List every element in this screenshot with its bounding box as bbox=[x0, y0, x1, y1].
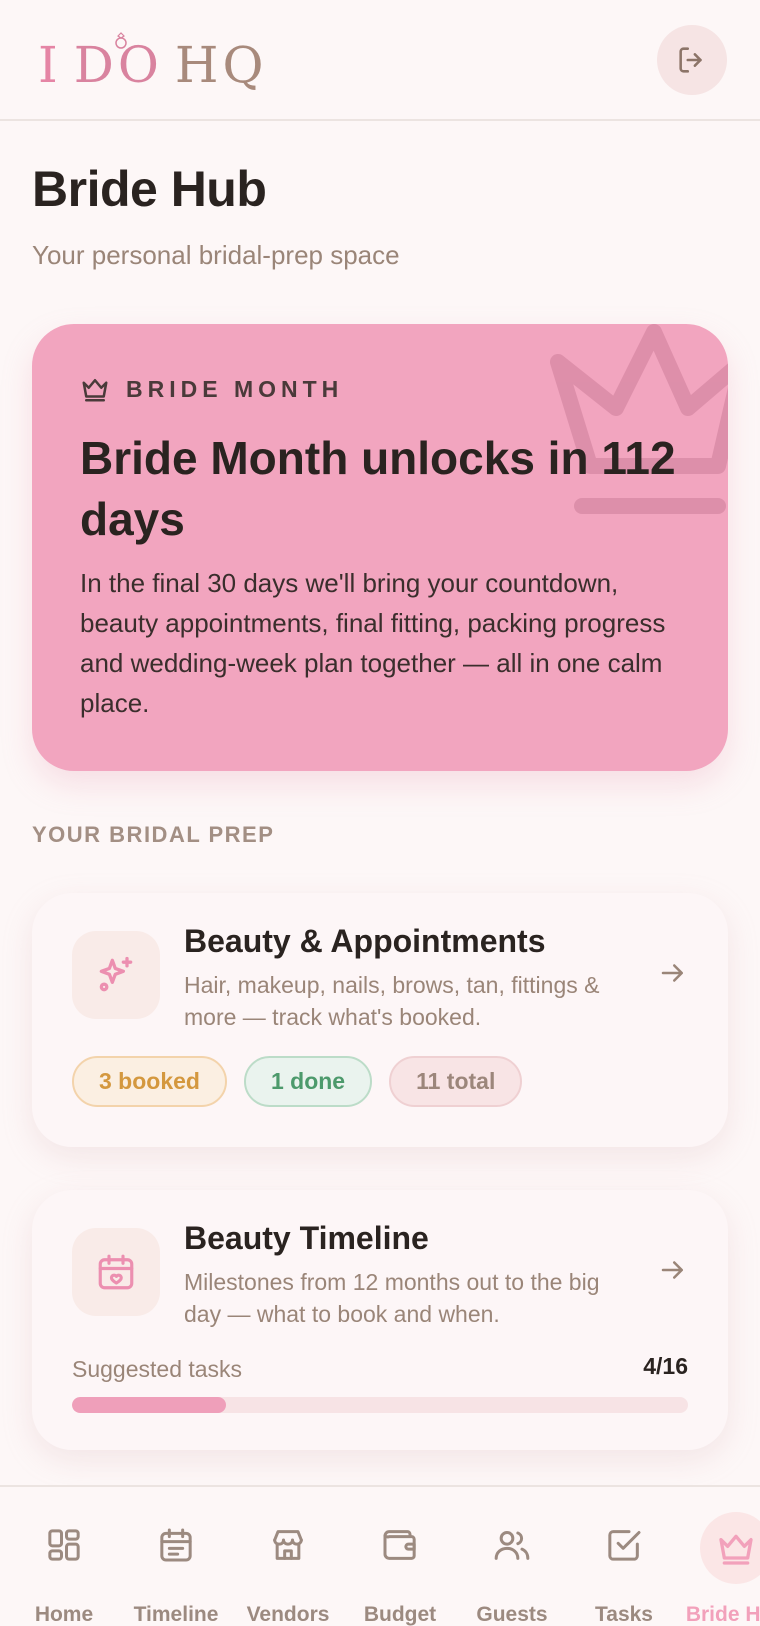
bottom-navigation: Home Timeline Vendors Budget Guests Task… bbox=[0, 1485, 760, 1626]
done-badge: 1 done bbox=[243, 1056, 373, 1107]
calendar-icon bbox=[148, 1517, 204, 1573]
logo-part-i: I bbox=[38, 36, 62, 94]
arrow-right-icon[interactable] bbox=[658, 958, 688, 988]
progress-value: 4/16 bbox=[643, 1353, 688, 1379]
bride-month-kicker-label: BRIDE MONTH bbox=[126, 375, 344, 402]
card-icon-container bbox=[72, 931, 160, 1019]
bride-month-headline: Bride Month unlocks in 112 days bbox=[80, 432, 676, 545]
progress-label: Suggested tasks bbox=[72, 1356, 243, 1382]
progress-fill bbox=[72, 1397, 226, 1413]
bride-month-kicker: BRIDE MONTH bbox=[80, 374, 343, 404]
section-label: YOUR BRIDAL PREP bbox=[32, 822, 275, 847]
users-icon bbox=[484, 1517, 540, 1573]
arrow-right-icon[interactable] bbox=[658, 1255, 688, 1285]
card-description: Hair, makeup, nails, brows, tan, fitting… bbox=[184, 972, 600, 1030]
nav-item-tasks[interactable]: Tasks bbox=[568, 1487, 680, 1626]
nav-item-bride-hub[interactable]: Bride Hub bbox=[680, 1487, 760, 1626]
calendar-heart-icon bbox=[98, 1254, 134, 1290]
crown-icon bbox=[700, 1512, 760, 1584]
nav-item-guests[interactable]: Guests bbox=[456, 1487, 568, 1626]
nav-label: Budget bbox=[363, 1603, 437, 1626]
ring-icon bbox=[115, 32, 127, 49]
top-bar: I DO HQ bbox=[0, 0, 760, 121]
crown-icon bbox=[82, 379, 108, 402]
progress-bar bbox=[72, 1397, 688, 1413]
logo-part-hq: HQ bbox=[174, 36, 268, 94]
nav-item-vendors[interactable]: Vendors bbox=[232, 1487, 344, 1626]
nav-item-home[interactable]: Home bbox=[8, 1487, 120, 1626]
beauty-timeline-card[interactable]: Beauty Timeline Milestones from 12 month… bbox=[32, 1190, 728, 1450]
card-title: Beauty Timeline bbox=[184, 1220, 429, 1256]
nav-label: Timeline bbox=[133, 1603, 219, 1626]
grid-icon bbox=[36, 1517, 92, 1573]
card-icon-container bbox=[72, 1228, 160, 1316]
sparkles-icon bbox=[99, 956, 133, 992]
logout-icon bbox=[679, 47, 702, 73]
nav-label: Guests bbox=[476, 1603, 548, 1626]
app-logo[interactable]: I DO HQ bbox=[38, 30, 267, 90]
card-description: Milestones from 12 months out to the big… bbox=[184, 1269, 600, 1327]
checkbox-icon bbox=[596, 1517, 652, 1573]
logout-button[interactable] bbox=[657, 25, 727, 95]
beauty-appointments-card[interactable]: Beauty & Appointments Hair, makeup, nail… bbox=[32, 893, 728, 1147]
store-icon bbox=[260, 1517, 316, 1573]
nav-item-budget[interactable]: Budget bbox=[344, 1487, 456, 1626]
logo-part-do: DO bbox=[74, 32, 163, 90]
wallet-icon bbox=[372, 1517, 428, 1573]
bride-month-description: In the final 30 days we'll bring your co… bbox=[80, 568, 666, 718]
nav-label: Home bbox=[34, 1603, 94, 1626]
nav-label: Tasks bbox=[595, 1603, 653, 1626]
booked-badge: 3 booked bbox=[72, 1056, 227, 1107]
nav-item-timeline[interactable]: Timeline bbox=[120, 1487, 232, 1626]
nav-label: Vendors bbox=[246, 1603, 330, 1626]
card-title: Beauty & Appointments bbox=[184, 923, 546, 959]
bride-month-banner: BRIDE MONTH Bride Month unlocks in 112 d… bbox=[32, 324, 728, 771]
nav-label: Bride Hub bbox=[685, 1603, 760, 1626]
page-title: Bride Hub bbox=[32, 161, 267, 217]
page-subtitle: Your personal bridal-prep space bbox=[32, 240, 400, 270]
status-chips: 3 booked 1 done 11 total bbox=[72, 1056, 523, 1107]
total-badge: 11 total bbox=[389, 1056, 523, 1107]
